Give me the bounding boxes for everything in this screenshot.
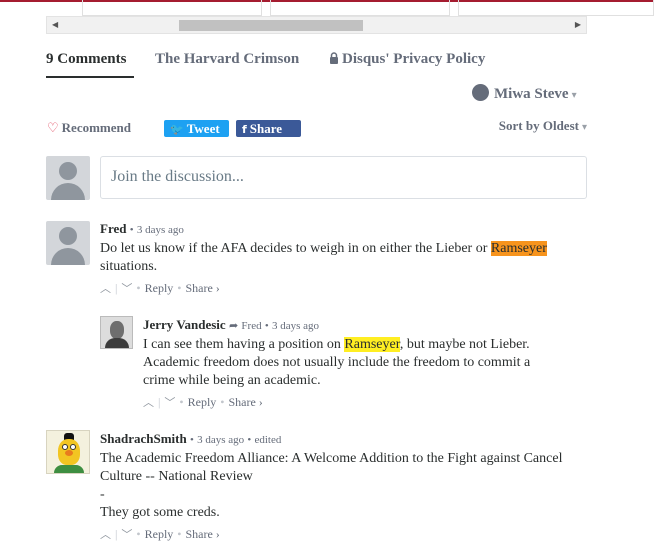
facebook-icon: f [242,123,247,136]
comment-author[interactable]: Jerry Vandesic [143,317,226,332]
tab-privacy-policy[interactable]: Disqus' Privacy Policy [329,51,485,68]
comment-timestamp[interactable]: 3 days ago [272,320,319,332]
lock-icon [330,52,338,64]
share-link[interactable]: Share › [185,281,219,295]
avatar-nose [65,450,73,456]
chevron-down-icon: ▾ [571,90,577,101]
avatar[interactable] [46,221,90,265]
downvote-icon[interactable]: ﹀ [164,396,175,409]
user-menu[interactable]: Miwa Steve ▾ [472,84,577,104]
upvote-icon[interactable]: ︿ [100,282,111,295]
upvote-icon[interactable]: ︿ [143,396,154,409]
footer-separator: • [177,527,182,541]
highlighted-term: Ramseyer [490,241,547,256]
comment-body: Do let us know if the AFA decides to wei… [100,240,587,276]
avatar[interactable] [46,430,90,474]
comment-timestamp[interactable]: 3 days ago [197,434,244,446]
sort-dropdown[interactable]: Sort by Oldest ▾ [499,118,587,134]
privacy-policy-label: Disqus' Privacy Policy [342,51,486,67]
comment-timestamp[interactable]: 3 days ago [137,224,184,236]
share-link[interactable]: Share › [228,395,262,409]
comment-body: I can see them having a position on Rams… [143,336,563,390]
user-name: Miwa Steve [494,86,569,102]
share-link[interactable]: Share › [185,527,219,541]
comment-separator: • [129,224,134,236]
reply-link[interactable]: Reply [145,281,174,295]
partial-card-right [458,0,654,16]
avatar-shirt [54,465,84,473]
avatar-eye [70,444,76,450]
in-reply-to-author[interactable]: Fred [241,320,261,332]
comment-shadrachsmith: ShadrachSmith • 3 days ago • edited The … [100,431,590,542]
comment-text: I can see them having a position on [143,337,345,352]
tab-comments[interactable]: 9 Comments [46,51,126,68]
comment-separator: • [189,434,194,446]
comment-fred: Fred • 3 days ago Do let us know if the … [100,221,587,296]
chevron-down-icon: ▾ [581,122,587,133]
highlighted-term: Ramseyer [344,337,400,352]
comment-header: Jerry Vandesic ➦ Fred • 3 days ago [143,317,563,333]
recommend-label: Recommend [61,120,131,135]
vote-divider: | [115,281,118,295]
vote-divider: | [158,395,161,409]
footer-separator: • [136,527,141,541]
avatar[interactable] [100,316,133,349]
disqus-nav: 9 Comments The Harvard Crimson Disqus' P… [46,50,587,80]
comment-header: Fred • 3 days ago [100,221,587,237]
comment-body: The Academic Freedom Alliance: A Welcome… [100,450,590,522]
comment-separator: • [247,434,252,446]
avatar-body [51,183,85,200]
comment-text: situations. [100,259,158,274]
partial-card-left [82,0,262,16]
tweet-button[interactable]: 🐦 Tweet [164,120,229,137]
tab-harvard-crimson[interactable]: The Harvard Crimson [155,51,299,68]
comment-text: The Academic Freedom Alliance: A Welcome… [100,451,563,484]
current-user-avatar [46,156,90,200]
comment-text: They got some creds. [100,505,220,520]
downvote-icon[interactable]: ﹀ [121,282,132,295]
share-label: Share [249,121,283,136]
comment-footer: ︿ | ﹀ • Reply • Share › [100,280,587,296]
recommend-button[interactable]: ♡ Recommend [47,120,131,136]
avatar-head [59,162,77,180]
reply-arrow-icon: ➦ [228,320,239,332]
active-tab-underline [46,76,134,78]
scrollbar-thumb[interactable] [179,20,363,31]
upvote-icon[interactable]: ︿ [100,528,111,541]
comment-jerry-vandesic: Jerry Vandesic ➦ Fred • 3 days ago I can… [143,317,563,410]
comment-text: Do let us know if the AFA decides to wei… [100,241,491,256]
edited-label: edited [254,434,282,446]
vote-divider: | [115,527,118,541]
partial-card-middle [270,0,450,16]
footer-separator: • [177,281,182,295]
twitter-icon: 🐦 [170,123,184,136]
comment-footer: ︿ | ﹀ • Reply • Share › [100,526,590,542]
comment-composer-input[interactable]: Join the discussion... [100,156,587,199]
avatar-head [59,227,77,245]
footer-separator: • [136,281,141,295]
facebook-share-button[interactable]: f Share [236,120,301,137]
scroll-left-arrow-icon[interactable]: ◀ [52,20,58,29]
comment-author[interactable]: Fred [100,221,126,236]
comment-footer: ︿ | ﹀ • Reply • Share › [143,394,563,410]
avatar-body [51,248,85,265]
footer-separator: • [220,395,225,409]
avatar-face [110,321,124,339]
footer-separator: • [179,395,184,409]
comment-separator: • [264,320,269,332]
scroll-right-arrow-icon[interactable]: ▶ [575,20,581,29]
avatar-torso [105,338,129,348]
comment-header: ShadrachSmith • 3 days ago • edited [100,431,590,447]
tweet-label: Tweet [186,121,220,136]
downvote-icon[interactable]: ﹀ [121,528,132,541]
thread-actions: ♡ Recommend 🐦 Tweet f Share Sort by Oldest ▾ [46,118,587,138]
horizontal-scrollbar[interactable]: ◀ ▶ [46,16,587,34]
sort-label: Sort by Oldest [498,118,579,133]
comment-text: - [100,487,105,502]
comment-author[interactable]: ShadrachSmith [100,431,187,446]
reply-link[interactable]: Reply [145,527,174,541]
heart-icon: ♡ [47,121,59,136]
reply-link[interactable]: Reply [188,395,217,409]
user-avatar [472,84,489,101]
